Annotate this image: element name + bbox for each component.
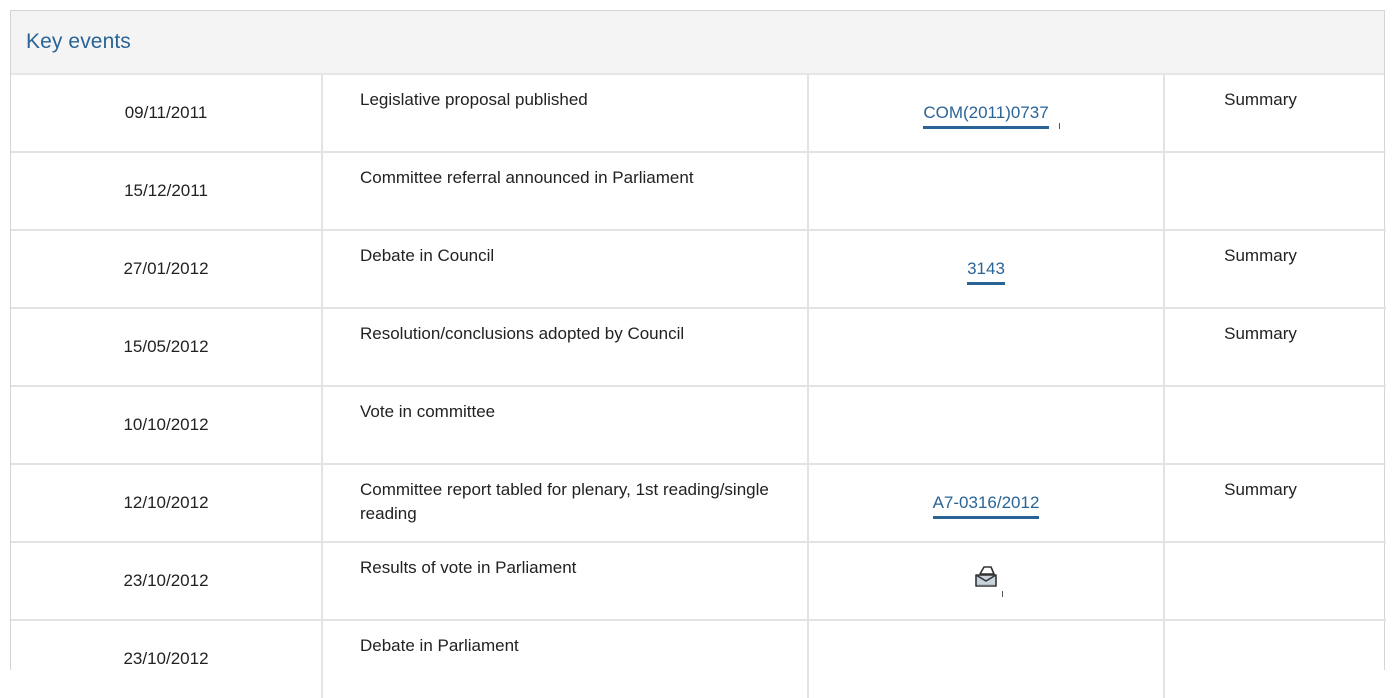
key-events-table: 09/11/2011 Legislative proposal publishe… — [11, 75, 1386, 698]
table-row: 15/05/2012 Resolution/conclusions adopte… — [11, 307, 1386, 386]
event-summary — [1164, 541, 1386, 620]
event-description: Debate in Council — [322, 229, 809, 308]
table-row: 27/01/2012 Debate in Council 3143 Summar… — [11, 229, 1386, 308]
table-row: 23/10/2012 Results of vote in Parliament — [11, 541, 1386, 620]
document-link[interactable]: A7-0316/2012 — [932, 492, 1040, 519]
event-document-cell — [808, 541, 1165, 620]
event-description: Vote in committee — [322, 385, 809, 464]
document-link[interactable]: COM(2011)0737 — [923, 102, 1060, 129]
event-document-cell — [808, 151, 1165, 230]
event-description: Resolution/conclusions adopted by Counci… — [322, 307, 809, 386]
event-document-cell — [808, 385, 1165, 464]
event-summary[interactable]: Summary — [1164, 75, 1386, 152]
event-date: 15/05/2012 — [11, 307, 323, 386]
panel-title: Key events — [26, 30, 131, 53]
table-row: 09/11/2011 Legislative proposal publishe… — [11, 75, 1386, 152]
external-marker-icon — [1058, 123, 1060, 129]
document-link[interactable]: 3143 — [967, 258, 1005, 285]
key-events-panel: Key events 09/11/2011 Legislative propos… — [10, 10, 1386, 698]
ballot-box-icon[interactable] — [971, 561, 1003, 597]
event-summary — [1164, 619, 1386, 698]
table-row: 12/10/2012 Committee report tabled for p… — [11, 463, 1386, 542]
event-date: 23/10/2012 — [11, 541, 323, 620]
event-date: 09/11/2011 — [11, 75, 323, 152]
table-row: 10/10/2012 Vote in committee — [11, 385, 1386, 464]
event-date: 23/10/2012 — [11, 619, 323, 698]
event-summary — [1164, 151, 1386, 230]
event-description: Results of vote in Parliament — [322, 541, 809, 620]
event-date: 12/10/2012 — [11, 463, 323, 542]
event-description: Legislative proposal published — [322, 75, 809, 152]
table-row: 23/10/2012 Debate in Parliament — [11, 619, 1386, 698]
event-description: Committee referral announced in Parliame… — [322, 151, 809, 230]
event-document-cell: COM(2011)0737 — [808, 75, 1165, 152]
event-summary[interactable]: Summary — [1164, 463, 1386, 542]
event-date: 15/12/2011 — [11, 151, 323, 230]
table-row: 15/12/2011 Committee referral announced … — [11, 151, 1386, 230]
event-description: Committee report tabled for plenary, 1st… — [322, 463, 809, 542]
event-document-cell: A7-0316/2012 — [808, 463, 1165, 542]
event-description: Debate in Parliament — [322, 619, 809, 698]
event-document-cell — [808, 307, 1165, 386]
event-document-cell: 3143 — [808, 229, 1165, 308]
event-date: 27/01/2012 — [11, 229, 323, 308]
event-summary[interactable]: Summary — [1164, 229, 1386, 308]
event-date: 10/10/2012 — [11, 385, 323, 464]
panel-header: Key events — [11, 11, 1384, 75]
event-summary[interactable]: Summary — [1164, 307, 1386, 386]
event-summary — [1164, 385, 1386, 464]
event-document-cell — [808, 619, 1165, 698]
